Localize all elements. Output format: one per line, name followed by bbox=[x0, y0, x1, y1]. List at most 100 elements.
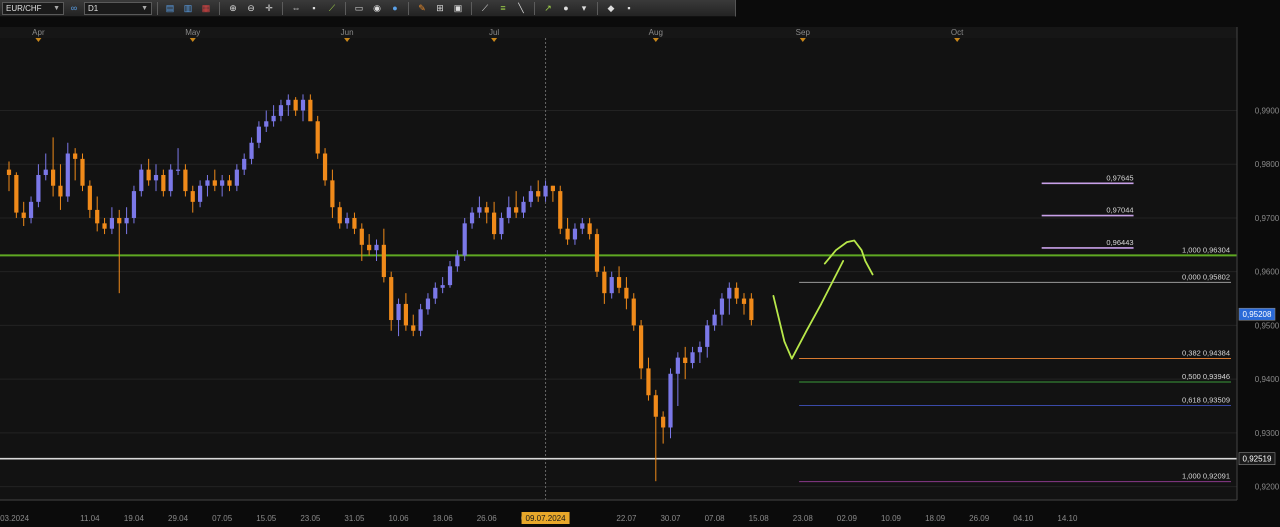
cursor-icon[interactable]: ▪ bbox=[307, 2, 321, 15]
trendline-icon[interactable]: ⟋ bbox=[325, 2, 339, 15]
crosshair-icon[interactable]: ✛ bbox=[262, 2, 276, 15]
date-tick-label: 07.05 bbox=[212, 514, 233, 523]
date-tick-label: 22.07 bbox=[616, 514, 637, 523]
date-tick-label: 19.04 bbox=[124, 514, 145, 523]
toolbar-divider bbox=[345, 1, 346, 15]
chart-type-icon[interactable]: ▤ bbox=[163, 2, 177, 15]
zoom-in-icon[interactable]: ⊕ bbox=[226, 2, 240, 15]
date-tick-label: 15.05 bbox=[256, 514, 277, 523]
candle bbox=[631, 293, 636, 331]
toolbar-divider bbox=[534, 1, 535, 15]
line-icon[interactable]: ╲ bbox=[514, 2, 528, 15]
candle bbox=[322, 148, 328, 186]
date-tick-label: 07.08 bbox=[705, 514, 726, 523]
candle bbox=[131, 185, 137, 224]
toolbar-divider bbox=[282, 1, 283, 15]
note-icon[interactable]: ▭ bbox=[352, 2, 366, 15]
date-tick-label: 23.05 bbox=[300, 514, 321, 523]
toolbar-divider bbox=[471, 1, 472, 15]
month-label: Apr bbox=[32, 28, 45, 37]
price-tick-label: 0,9900 bbox=[1255, 107, 1280, 116]
scroll-icon[interactable]: ⇔ bbox=[289, 2, 303, 15]
sphere-icon[interactable]: ● bbox=[559, 2, 573, 15]
settings-icon[interactable]: ▪ bbox=[622, 2, 636, 15]
plot-area bbox=[0, 38, 1237, 500]
price-chart[interactable]: Apr May Jun Jul Aug Sep Oct 0,97645 0,97044 0,96… bbox=[0, 0, 1280, 527]
text-icon[interactable]: ▣ bbox=[451, 2, 465, 15]
toolbar-buttons: ▤ ▥ ▦ ⊕ ⊖ ✛ ⇔ ▪ ⟋ ▭ ◉ ● ✎ ⊞ ▣ ⟋ ≡ ╲ ↗ ● ▾ ◆ ▪ bbox=[163, 1, 636, 15]
date-tick-label: 26.03.2024 bbox=[0, 514, 30, 523]
date-tick-label: 10.09 bbox=[881, 514, 902, 523]
month-label: Aug bbox=[649, 28, 663, 37]
month-label: Sep bbox=[796, 28, 811, 37]
eraser-icon[interactable]: ◆ bbox=[604, 2, 618, 15]
fib-level-label: 0,618 0,93509 bbox=[1182, 396, 1230, 405]
candle bbox=[14, 172, 19, 218]
date-tick-label: 04.10 bbox=[1013, 514, 1034, 523]
chevron-down-icon: ▼ bbox=[141, 4, 148, 12]
month-label: Oct bbox=[951, 28, 964, 37]
fib-target-label: 0,97645 bbox=[1106, 173, 1133, 182]
date-tick-label: 26.09 bbox=[969, 514, 990, 523]
candle bbox=[315, 115, 320, 159]
toolbar-divider bbox=[219, 1, 220, 15]
candle bbox=[558, 185, 563, 235]
price-tick-label: 0,9800 bbox=[1255, 160, 1280, 169]
price-tick-label: 0,9200 bbox=[1255, 483, 1280, 492]
date-tick-label: 23.08 bbox=[793, 514, 814, 523]
price-tick-label: 0,9300 bbox=[1255, 429, 1280, 438]
fib-level-label: 0,382 0,94384 bbox=[1182, 348, 1230, 357]
fib-level-label: 1,000 0,96304 bbox=[1182, 245, 1230, 254]
price-tag-label: 0,95208 bbox=[1243, 310, 1272, 319]
highlight-date-label: 09.07.2024 bbox=[526, 514, 567, 523]
date-tick-label: 30.07 bbox=[660, 514, 681, 523]
arrow-icon[interactable]: ↗ bbox=[541, 2, 555, 15]
date-tick-label: 26.06 bbox=[477, 514, 498, 523]
symbol-value: EUR/CHF bbox=[6, 3, 42, 13]
date-tick-label: 29.04 bbox=[168, 514, 189, 523]
date-tick-label: 11.04 bbox=[80, 514, 100, 523]
fan-icon[interactable]: ⟋ bbox=[478, 2, 492, 15]
chevron-down-icon: ▼ bbox=[53, 4, 60, 12]
date-tick-label: 15.08 bbox=[749, 514, 770, 523]
zoom-out-icon[interactable]: ⊖ bbox=[244, 2, 258, 15]
fib-level-label: 0,000 0,95802 bbox=[1182, 272, 1230, 281]
date-tick-label: 02.09 bbox=[837, 514, 858, 523]
price-tick-label: 0,9600 bbox=[1255, 268, 1280, 277]
date-tick-label: 31.05 bbox=[344, 514, 365, 523]
date-tick-label: 18.06 bbox=[433, 514, 454, 523]
shapes-icon[interactable]: ▾ bbox=[577, 2, 591, 15]
price-tag-label: 0,92519 bbox=[1243, 455, 1272, 464]
grid-icon[interactable]: ⊞ bbox=[433, 2, 447, 15]
indicator-icon[interactable]: ▦ bbox=[199, 2, 213, 15]
fib-target-label: 0,96443 bbox=[1106, 238, 1133, 247]
price-tick-label: 0,9400 bbox=[1255, 375, 1280, 384]
price-tick-label: 0,9700 bbox=[1255, 214, 1280, 223]
date-tick-label: 10.06 bbox=[389, 514, 410, 523]
date-tick-label: 14.10 bbox=[1057, 514, 1078, 523]
month-label: May bbox=[185, 28, 200, 37]
fib-target-label: 0,97044 bbox=[1106, 206, 1133, 215]
candle bbox=[462, 217, 467, 261]
month-label: Jul bbox=[489, 28, 499, 37]
toolbar-divider bbox=[408, 1, 409, 15]
candle bbox=[80, 153, 85, 192]
candle bbox=[594, 228, 600, 278]
candle-settings-icon[interactable]: ▥ bbox=[181, 2, 195, 15]
toolbar-divider bbox=[597, 1, 598, 15]
camera-icon[interactable]: ◉ bbox=[370, 2, 384, 15]
price-tick-label: 0,9500 bbox=[1255, 321, 1280, 330]
period-value: D1 bbox=[88, 3, 99, 13]
month-label: Jun bbox=[341, 28, 354, 37]
pencil-icon[interactable]: ✎ bbox=[415, 2, 429, 15]
symbol-select[interactable]: EUR/CHF ▼ bbox=[2, 1, 64, 15]
fib-level-label: 0,500 0,93946 bbox=[1182, 372, 1230, 381]
date-tick-label: 18.09 bbox=[925, 514, 946, 523]
toolbar: EUR/CHF ▼ ∞ D1 ▼ ▤ ▥ ▦ ⊕ ⊖ ✛ ⇔ ▪ ⟋ ▭ ◉ ● ✎ ⊞ ▣ ⟋ ≡ ╲ ↗ ● ▾ ◆ ▪ bbox=[0, 0, 736, 17]
palette-icon[interactable]: ● bbox=[388, 2, 402, 15]
link-icon[interactable]: ∞ bbox=[67, 2, 81, 15]
toolbar-divider bbox=[157, 1, 158, 15]
period-select[interactable]: D1 ▼ bbox=[84, 1, 152, 15]
fib-level-label: 1,000 0,92091 bbox=[1182, 472, 1230, 481]
fibonacci-icon[interactable]: ≡ bbox=[496, 2, 510, 15]
